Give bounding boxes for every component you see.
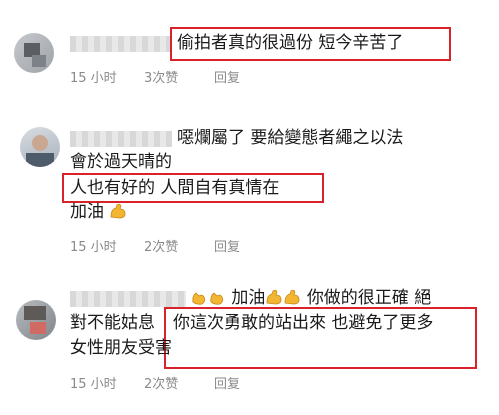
comment-time: 15 小时 [70,240,117,255]
reply-button[interactable]: 回复 [214,236,240,255]
comment-line-4: 加油 [70,201,127,223]
comment-line-1-end: 你做的很正確 絕 [306,288,432,308]
comment-line-2: 會於過天晴的 [70,152,172,172]
username-blurred[interactable] [70,36,170,52]
comment-2: 噁爛屬了 要給變態者繩之以法 會於過天晴的 人也有好的 人間自有真情在 加油 1… [0,100,499,270]
comment-line-2-start: 對不能姑息 [70,313,155,333]
comment-3: 加油 你做的很正確 絕 對不能姑息 你這次勇敢的站出來 也避免了更多 女性朋友受… [0,270,499,415]
clapping-hands-icon [210,292,224,305]
username-blurred[interactable] [70,291,186,307]
comment-line-3: 人也有好的 人間自有真情在 [70,178,280,198]
reply-button[interactable]: 回复 [214,373,240,392]
clapping-hands-icon [192,292,206,305]
flexed-biceps-icon [285,289,300,305]
username-blurred[interactable] [70,131,172,147]
comment-1: 偷拍者真的很過份 短今辛苦了 15 小时 3次赞 回复 [0,0,499,100]
comment-line-1: 噁爛屬了 要給變態者繩之以法 [177,128,404,148]
comment-line-2-highlight: 你這次勇敢的站出來 也避免了更多 [173,313,434,333]
comment-line-3: 女性朋友受害 [70,338,172,358]
like-count[interactable]: 2次赞 [144,236,178,255]
flexed-biceps-icon [111,203,126,219]
flexed-biceps-icon [267,289,282,305]
comment-time: 15 小时 [70,377,117,392]
comment-time: 15 小时 [70,71,117,86]
avatar[interactable] [14,33,54,73]
like-count[interactable]: 2次赞 [144,373,178,392]
like-count[interactable]: 3次赞 [144,67,178,86]
comment-line-4-text: 加油 [70,202,104,222]
comment-text: 偷拍者真的很過份 短今辛苦了 [177,33,404,53]
comment-line-1: 加油 你做的很正確 絕 [190,287,431,309]
reply-button[interactable]: 回复 [214,67,240,86]
avatar[interactable] [20,127,60,167]
avatar[interactable] [16,300,56,340]
comment-line-1-text: 加油 [231,288,266,308]
